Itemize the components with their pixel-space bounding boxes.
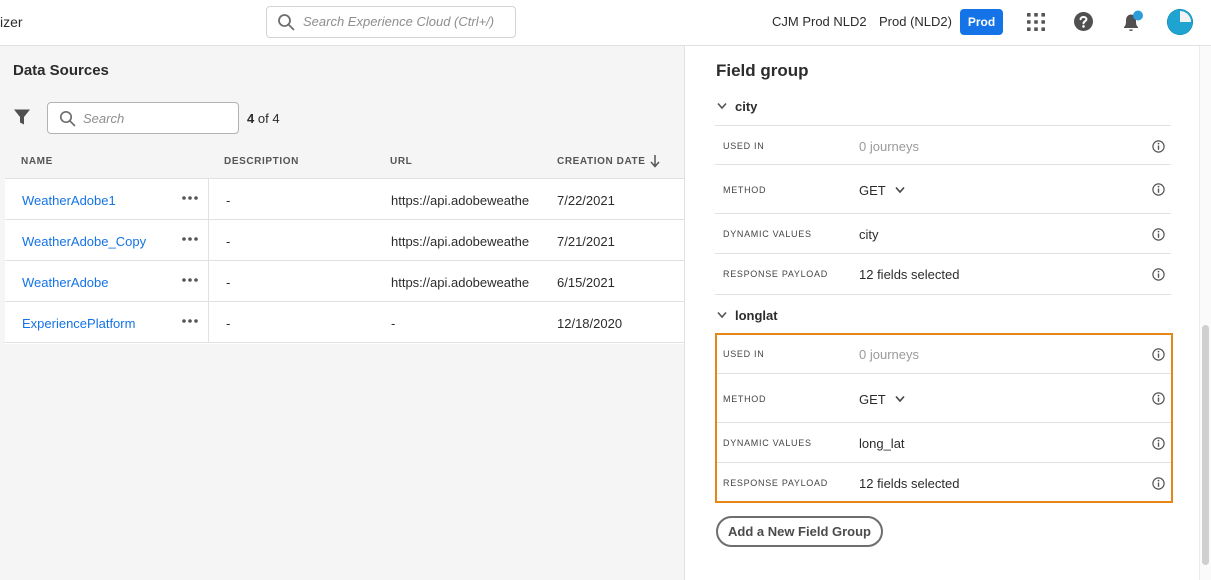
data-source-date: 7/22/2021 — [557, 193, 615, 208]
dynamic-values-label: DYNAMIC VALUES — [723, 229, 812, 239]
response-payload-value[interactable]: 12 fields selected — [859, 267, 959, 282]
field-group-name: city — [735, 99, 758, 114]
environment-badge[interactable]: Prod — [960, 9, 1003, 35]
data-source-name-link[interactable]: WeatherAdobe1 — [22, 193, 116, 208]
table-row[interactable]: WeatherAdobe_Copy - https://api.adobewea… — [5, 220, 684, 261]
info-icon[interactable] — [1152, 140, 1165, 153]
column-divider — [208, 261, 209, 302]
chevron-down-icon[interactable] — [895, 186, 905, 194]
data-source-url: https://api.adobeweathe — [391, 234, 530, 249]
bell-icon[interactable] — [1121, 10, 1143, 34]
column-header-name[interactable]: NAME — [21, 156, 53, 167]
apps-grid-icon[interactable] — [1026, 12, 1046, 32]
top-bar: izer Search Experience Cloud (Ctrl+/) CJ… — [0, 0, 1211, 46]
column-divider — [208, 179, 209, 220]
data-source-date: 7/21/2021 — [557, 234, 615, 249]
table-row[interactable]: ExperiencePlatform - - 12/18/2020 — [5, 302, 684, 343]
data-source-date: 6/15/2021 — [557, 275, 615, 290]
help-icon[interactable] — [1073, 11, 1094, 32]
used-in-value: 0 journeys — [859, 139, 919, 154]
highlight-box — [715, 333, 1173, 503]
method-select[interactable]: GET — [859, 183, 886, 198]
data-sources-search-input[interactable]: Search — [47, 102, 239, 134]
chevron-down-icon — [717, 102, 727, 110]
table-row[interactable]: WeatherAdobe1 - https://api.adobeweathe … — [5, 179, 684, 220]
data-source-name-link[interactable]: WeatherAdobe — [22, 275, 109, 290]
global-search-placeholder: Search Experience Cloud (Ctrl+/) — [303, 14, 495, 29]
info-icon[interactable] — [1152, 228, 1165, 241]
app-name[interactable]: izer — [0, 14, 23, 30]
column-divider — [208, 220, 209, 261]
chevron-down-icon — [717, 311, 727, 319]
result-count-shown: 4 — [247, 111, 255, 126]
column-header-creation-date[interactable]: CREATION DATE — [557, 156, 646, 167]
used-in-row: USED IN 0 journeys — [715, 125, 1171, 165]
more-actions-icon[interactable] — [181, 192, 199, 204]
filter-icon[interactable] — [13, 108, 31, 126]
data-source-name-link[interactable]: WeatherAdobe_Copy — [22, 234, 146, 249]
response-payload-label: RESPONSE PAYLOAD — [723, 269, 828, 279]
data-source-date: 12/18/2020 — [557, 316, 623, 331]
data-source-description: - — [226, 316, 231, 331]
table-row[interactable]: WeatherAdobe - https://api.adobeweathe 6… — [5, 261, 684, 302]
column-header-url[interactable]: URL — [390, 156, 412, 167]
sort-descending-icon[interactable] — [649, 154, 661, 168]
org-switcher[interactable]: CJM Prod NLD2 — [772, 14, 867, 29]
data-source-description: - — [226, 275, 231, 290]
column-header-description[interactable]: DESCRIPTION — [224, 156, 299, 167]
method-label: METHOD — [723, 185, 767, 195]
data-source-url: - — [391, 316, 396, 331]
search-icon — [278, 14, 295, 31]
field-group-title: Field group — [716, 61, 809, 80]
data-sources-search-placeholder: Search — [83, 111, 125, 126]
info-icon[interactable] — [1152, 183, 1165, 196]
data-source-description: - — [226, 234, 231, 249]
add-field-group-button[interactable]: Add a New Field Group — [716, 516, 883, 547]
avatar[interactable] — [1167, 9, 1193, 35]
data-source-name-link[interactable]: ExperiencePlatform — [22, 316, 135, 331]
more-actions-icon[interactable] — [181, 274, 199, 286]
page-title: Data Sources — [13, 62, 109, 79]
more-actions-icon[interactable] — [181, 233, 199, 245]
column-divider — [208, 302, 209, 343]
info-icon[interactable] — [1152, 268, 1165, 281]
sandbox-switcher[interactable]: Prod (NLD2) — [879, 14, 952, 29]
response-payload-row: RESPONSE PAYLOAD 12 fields selected — [715, 254, 1171, 295]
global-search-input[interactable]: Search Experience Cloud (Ctrl+/) — [266, 6, 516, 38]
scrollbar-thumb[interactable] — [1202, 325, 1209, 565]
data-sources-panel: Data Sources Search 4 of 4 NAME DESCRIPT… — [0, 46, 684, 580]
method-row: METHOD GET — [715, 165, 1171, 214]
more-actions-icon[interactable] — [181, 315, 199, 327]
field-group-name: longlat — [735, 308, 778, 323]
data-sources-table: WeatherAdobe1 - https://api.adobeweathe … — [5, 178, 684, 344]
result-count: 4 of 4 — [247, 111, 280, 126]
field-group-panel: Field group city USED IN 0 journeys METH… — [684, 46, 1199, 580]
dynamic-values-row: DYNAMIC VALUES city — [715, 214, 1171, 254]
data-source-url: https://api.adobeweathe — [391, 193, 530, 208]
data-source-description: - — [226, 193, 231, 208]
result-count-total: of 4 — [257, 111, 280, 126]
search-icon — [59, 110, 76, 127]
used-in-label: USED IN — [723, 141, 765, 151]
data-source-url: https://api.adobeweathe — [391, 275, 530, 290]
dynamic-values-value: city — [859, 227, 879, 242]
